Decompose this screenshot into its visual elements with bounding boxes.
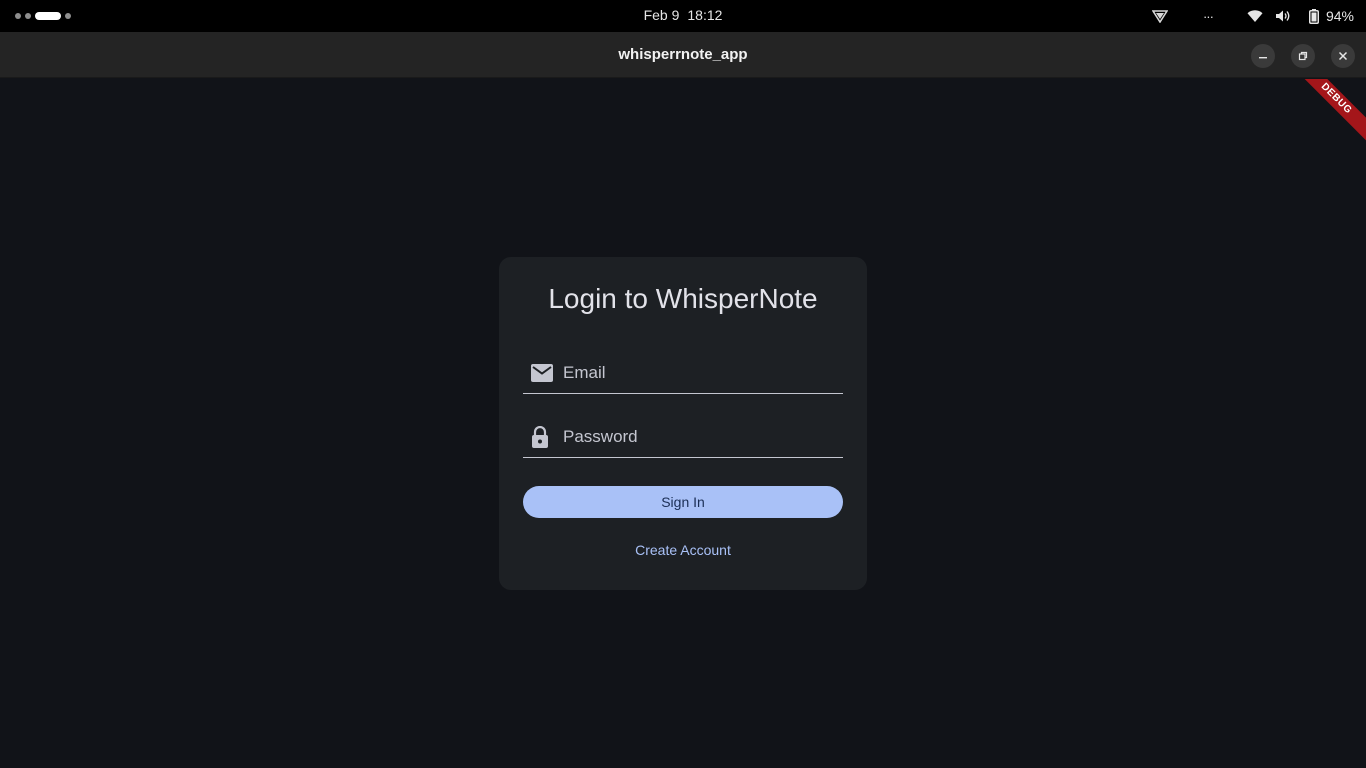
lock-icon <box>523 425 563 448</box>
app-content: DEBUG Login to WhisperNote Sign In Creat… <box>0 79 1366 768</box>
minimize-icon <box>1259 57 1267 59</box>
close-button[interactable] <box>1331 44 1355 68</box>
time-text[interactable]: 18:12 <box>687 7 722 23</box>
battery-icon[interactable] <box>1308 8 1320 24</box>
login-card: Login to WhisperNote Sign In Create Acco… <box>499 257 867 590</box>
password-input[interactable] <box>563 426 833 447</box>
minimize-button[interactable] <box>1251 44 1275 68</box>
network-vpn-icon[interactable] <box>1150 9 1170 23</box>
create-account-link[interactable]: Create Account <box>499 542 867 558</box>
page-title: Login to WhisperNote <box>548 283 818 314</box>
date-text[interactable]: Feb 9 <box>644 7 680 23</box>
system-tray[interactable]: ··· 94% <box>1150 0 1354 32</box>
overflow-menu-icon[interactable]: ··· <box>1198 9 1218 24</box>
email-icon <box>523 363 563 382</box>
close-icon <box>1338 51 1348 61</box>
restore-icon <box>1298 51 1308 61</box>
battery-percentage[interactable]: 94% <box>1326 8 1354 24</box>
system-top-bar: Feb 9 18:12 ··· 94% <box>0 0 1366 32</box>
volume-icon[interactable] <box>1274 9 1292 23</box>
window-titlebar[interactable]: whisperrnote_app <box>0 32 1366 78</box>
email-input[interactable] <box>563 362 833 383</box>
sign-in-button[interactable]: Sign In <box>523 486 843 518</box>
password-field[interactable] <box>523 416 843 458</box>
window-title: whisperrnote_app <box>618 46 748 63</box>
maximize-button[interactable] <box>1291 44 1315 68</box>
email-field[interactable] <box>523 352 843 394</box>
debug-banner: DEBUG <box>1287 79 1366 148</box>
wifi-icon[interactable] <box>1246 9 1264 23</box>
